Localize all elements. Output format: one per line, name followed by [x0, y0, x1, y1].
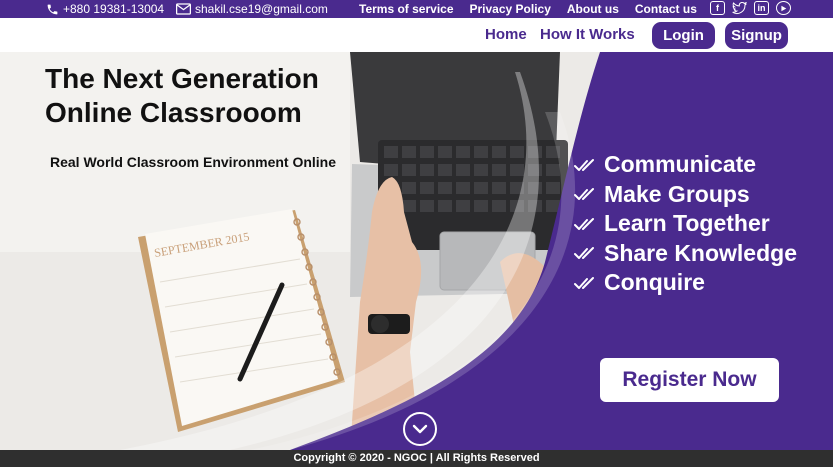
- social-links: f in: [710, 1, 791, 15]
- feature-label: Share Knowledge: [604, 239, 797, 266]
- privacy-link[interactable]: Privacy Policy: [470, 2, 551, 16]
- hero-subtitle: Real World Classroom Environment Online: [50, 154, 337, 170]
- email-contact[interactable]: shakil.cse19@gmail.com: [176, 2, 328, 16]
- phone-number: +880 19381-13004: [63, 2, 165, 16]
- double-check-icon: [574, 247, 594, 260]
- scroll-down-button[interactable]: [403, 412, 437, 446]
- feature-list: Communicate Make Groups Learn Together S…: [574, 150, 797, 298]
- phone-icon: [47, 4, 58, 14]
- feature-item: Conquire: [574, 268, 797, 298]
- facebook-icon[interactable]: f: [710, 1, 725, 15]
- about-link[interactable]: About us: [567, 2, 619, 16]
- chevron-down-icon: [412, 424, 428, 434]
- double-check-icon: [574, 276, 594, 289]
- feature-label: Make Groups: [604, 180, 750, 207]
- mail-icon: [176, 3, 191, 15]
- hero-title: The Next Generation Online Classrooom: [45, 62, 319, 130]
- terms-link[interactable]: Terms of service: [359, 2, 454, 16]
- twitter-icon[interactable]: [732, 1, 747, 15]
- feature-item: Make Groups: [574, 180, 797, 210]
- top-bar: +880 19381-13004 shakil.cse19@gmail.com …: [0, 0, 833, 18]
- login-button[interactable]: Login: [652, 22, 715, 49]
- feature-item: Learn Together: [574, 209, 797, 239]
- double-check-icon: [574, 188, 594, 201]
- copyright-text: Copyright © 2020 - NGOC | All Rights Res…: [293, 452, 540, 464]
- contact-link[interactable]: Contact us: [635, 2, 697, 16]
- hero-section: SEPTEMBER 2015 The Next Generation Onlin…: [0, 52, 833, 450]
- hero-title-line-1: The Next Generation: [45, 63, 319, 94]
- linkedin-icon[interactable]: in: [754, 1, 769, 15]
- main-navbar: Home How It Works Login Signup: [0, 18, 833, 52]
- feature-label: Communicate: [604, 151, 757, 178]
- feature-label: Learn Together: [604, 210, 770, 237]
- hero-title-line-2: Online Classrooom: [45, 97, 302, 128]
- feature-item: Communicate: [574, 150, 797, 180]
- phone-contact[interactable]: +880 19381-13004: [46, 2, 164, 16]
- feature-label: Conquire: [604, 269, 705, 296]
- youtube-icon[interactable]: [776, 1, 791, 15]
- nav-how-it-works[interactable]: How It Works: [540, 26, 635, 43]
- nav-home[interactable]: Home: [485, 26, 527, 43]
- footer: Copyright © 2020 - NGOC | All Rights Res…: [0, 450, 833, 467]
- double-check-icon: [574, 217, 594, 230]
- top-links: Terms of service Privacy Policy About us…: [359, 2, 697, 16]
- feature-item: Share Knowledge: [574, 239, 797, 269]
- register-now-button[interactable]: Register Now: [600, 358, 779, 402]
- double-check-icon: [574, 158, 594, 171]
- email-address: shakil.cse19@gmail.com: [195, 2, 328, 16]
- signup-button[interactable]: Signup: [725, 22, 788, 49]
